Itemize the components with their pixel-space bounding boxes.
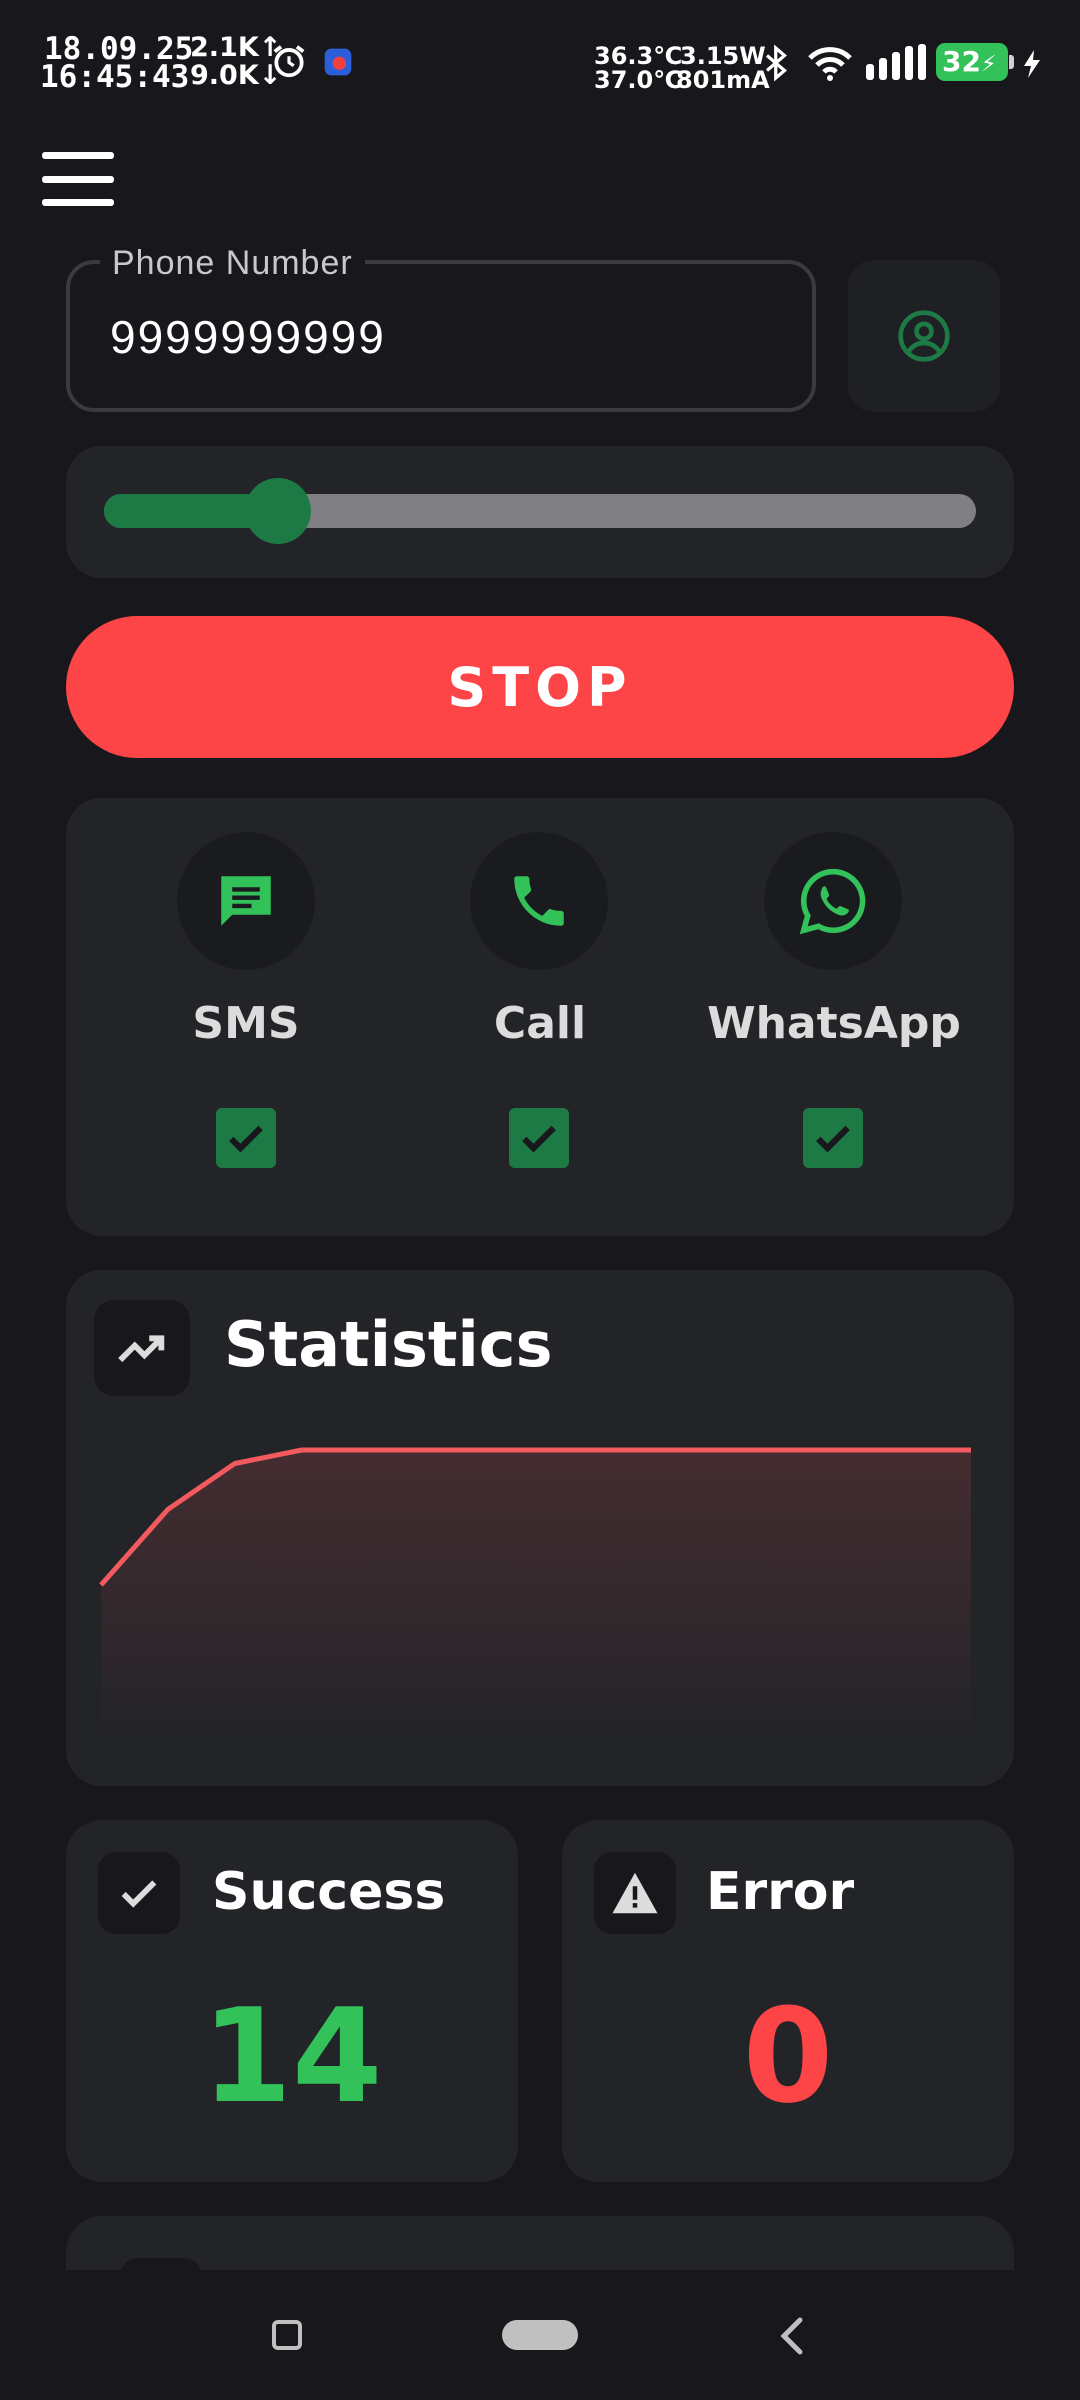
- signal-icon: [866, 44, 926, 80]
- call-channel-button[interactable]: [470, 832, 608, 970]
- error-icon-box: [594, 1852, 676, 1934]
- contact-picker-button[interactable]: [848, 260, 1000, 412]
- battery-level: 32: [942, 45, 981, 78]
- battery-indicator: 32⚡: [936, 43, 1014, 81]
- phone-number-label: Phone Number: [100, 244, 365, 283]
- status-time: 16:45:43: [40, 59, 190, 95]
- upload-speed: 2.1K↑: [190, 32, 282, 63]
- call-label: Call: [493, 998, 587, 1049]
- checkmark-icon: [816, 1125, 850, 1153]
- battery-bolt-icon: ⚡: [980, 52, 997, 77]
- home-button[interactable]: [502, 2320, 578, 2350]
- whatsapp-checkbox[interactable]: [803, 1108, 863, 1168]
- phone-number-input[interactable]: 9999999999: [110, 310, 386, 364]
- statistics-title: Statistics: [224, 1308, 553, 1381]
- sms-icon: [221, 876, 271, 926]
- temperature-2: 37.0℃: [594, 66, 683, 94]
- error-title: Error: [706, 1862, 855, 1922]
- stop-button[interactable]: STOP: [66, 616, 1014, 758]
- error-count: 0: [742, 1980, 834, 2132]
- chart-area-fill: [101, 1450, 971, 1740]
- sms-channel-button[interactable]: [177, 832, 315, 970]
- recents-button[interactable]: [272, 2320, 302, 2350]
- recorder-app-icon: [324, 48, 352, 76]
- warning-icon: [612, 1872, 658, 1914]
- whatsapp-label: WhatsApp: [707, 998, 961, 1049]
- slider-thumb[interactable]: [245, 478, 312, 544]
- power-reading: 3.15W: [680, 42, 766, 70]
- whatsapp-channel-button[interactable]: [764, 832, 902, 970]
- call-checkbox[interactable]: [509, 1108, 569, 1168]
- menu-button[interactable]: [42, 152, 114, 206]
- bluetooth-icon: [765, 44, 787, 82]
- whatsapp-icon: [799, 868, 866, 935]
- checkmark-icon: [229, 1125, 263, 1153]
- wifi-icon: [808, 47, 852, 81]
- current-reading: 801mA: [676, 66, 770, 94]
- app-screen: 18.09.25 16:45:43 2.1K↑ 9.0K↓ 36.3℃ 37.0…: [0, 0, 1080, 2400]
- sms-label: SMS: [192, 998, 300, 1049]
- status-bar: 18.09.25 16:45:43 2.1K↑ 9.0K↓ 36.3℃ 37.0…: [0, 0, 1080, 110]
- success-title: Success: [212, 1862, 446, 1922]
- phone-icon: [514, 876, 564, 926]
- charging-icon: [1024, 50, 1040, 78]
- statistics-icon-box: [94, 1300, 190, 1396]
- check-icon: [121, 1880, 157, 1908]
- success-icon-box: [98, 1852, 180, 1934]
- download-speed: 9.0K↓: [190, 60, 282, 91]
- alarm-icon: [273, 45, 305, 78]
- checkmark-icon: [522, 1125, 556, 1153]
- battery-tip: [1009, 55, 1014, 69]
- menu-icon-bar-top: [42, 152, 114, 159]
- statistics-chart: [99, 1447, 971, 1740]
- trending-up-icon: [118, 1335, 165, 1363]
- account-circle-icon: [898, 310, 950, 362]
- success-count: 14: [201, 1980, 383, 2132]
- temperature-1: 36.3℃: [594, 42, 683, 70]
- back-button[interactable]: [774, 2316, 810, 2356]
- menu-icon-bar-middle: [42, 176, 114, 183]
- menu-icon-bar-bottom: [42, 199, 114, 206]
- sms-checkbox[interactable]: [216, 1108, 276, 1168]
